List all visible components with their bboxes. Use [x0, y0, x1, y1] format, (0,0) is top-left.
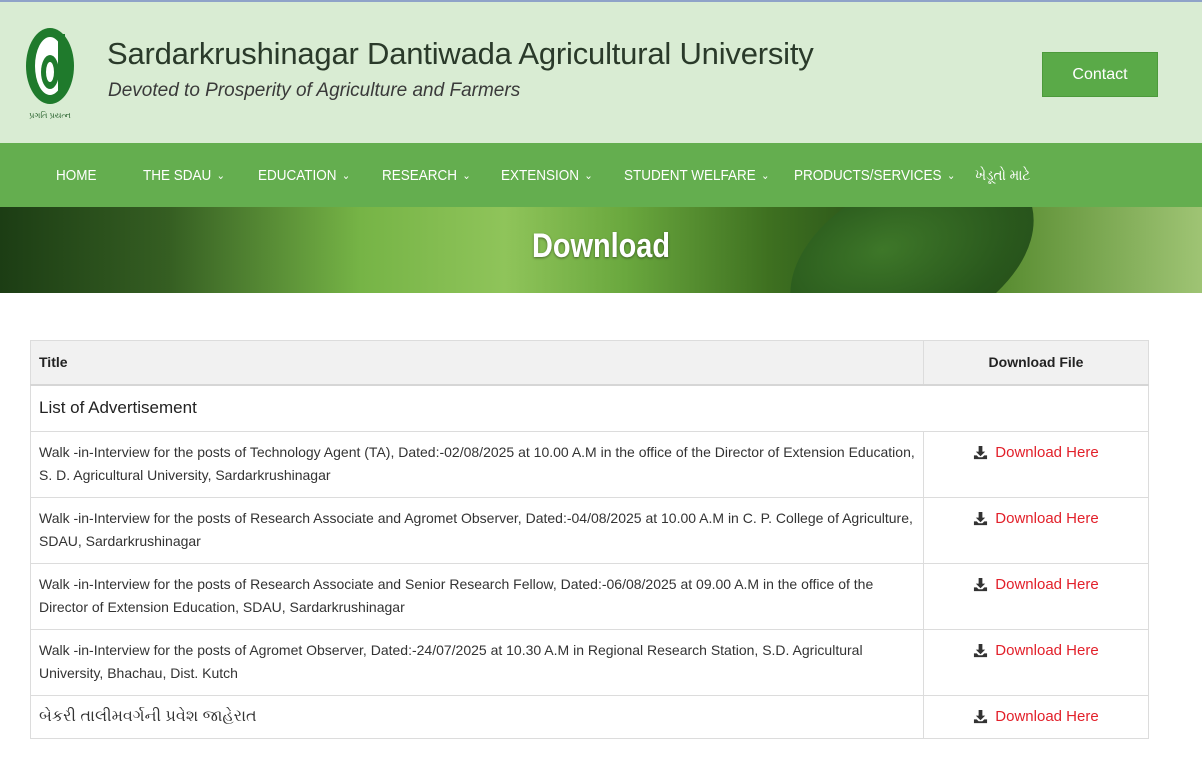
main-nav: HOME THE SDAU ⌄ EDUCATION ⌄ RESEARCH ⌄ EXTE… — [0, 143, 1202, 207]
nav-item-label: ખેડૂતો માટે — [975, 166, 1031, 184]
chevron-down-icon: ⌄ — [462, 169, 471, 182]
download-tray-icon — [974, 577, 988, 592]
chevron-down-icon: ⌄ — [216, 169, 225, 182]
contact-button[interactable]: Contact — [1042, 52, 1158, 97]
table-row: Walk -in-Interview for the posts of Agro… — [30, 629, 1149, 696]
site-title[interactable]: Sardarkrushinagar Dantiwada Agricultural… — [107, 36, 814, 72]
nav-item-the-sdau[interactable]: THE SDAU ⌄ — [143, 143, 225, 207]
nav-item-research[interactable]: RESEARCH ⌄ — [382, 143, 471, 207]
download-table-container: Title Download File List of Advertisemen… — [30, 340, 1149, 739]
table-header-row: Title Download File — [30, 340, 1149, 386]
download-link[interactable]: Download Here — [973, 441, 1099, 464]
site-header: પ્રગતિ પ્રયત્ન Sardarkrushinagar Dantiwa… — [0, 0, 1202, 143]
nav-item-label: EDUCATION — [258, 166, 337, 184]
site-tagline: Devoted to Prosperity of Agriculture and… — [108, 80, 521, 101]
download-link[interactable]: Download Here — [973, 573, 1099, 596]
download-link-label: Download Here — [995, 708, 1099, 725]
nav-item-label: RESEARCH — [382, 166, 458, 184]
group-label: List of Advertisement — [30, 384, 1149, 432]
table-row: બેકરી તાલીમવર્ગની પ્રવેશ જાહેરાત Downloa… — [30, 695, 1149, 739]
nav-item-extension[interactable]: EXTENSION ⌄ — [501, 143, 593, 207]
row-download-cell: Download Here — [923, 563, 1149, 630]
download-tray-icon — [974, 445, 988, 460]
nav-item-home[interactable]: HOME — [56, 143, 97, 207]
row-download-cell: Download Here — [923, 497, 1149, 564]
logo-text: પ્રગતિ પ્રયત્ન — [29, 111, 71, 120]
nav-item-label: PRODUCTS/SERVICES — [794, 166, 942, 184]
page-banner: Download — [0, 207, 1202, 293]
download-tray-icon — [974, 709, 988, 724]
nav-item-label: THE SDAU — [143, 166, 212, 184]
table-row: Walk -in-Interview for the posts of Tech… — [30, 431, 1149, 498]
table-row: Walk -in-Interview for the posts of Rese… — [30, 563, 1149, 630]
download-link[interactable]: Download Here — [973, 705, 1099, 728]
download-tray-icon — [974, 643, 988, 658]
row-download-cell: Download Here — [923, 629, 1149, 696]
nav-item-label: EXTENSION — [501, 166, 580, 184]
nav-item-student-welfare[interactable]: STUDENT WELFARE ⌄ — [624, 143, 769, 207]
page-title: Download — [531, 227, 671, 265]
row-title: Walk -in-Interview for the posts of Rese… — [30, 497, 924, 564]
download-link-label: Download Here — [995, 510, 1099, 527]
column-header-title: Title — [30, 340, 924, 386]
chevron-down-icon: ⌄ — [584, 169, 593, 182]
download-link[interactable]: Download Here — [973, 507, 1099, 530]
nav-item-label: HOME — [56, 166, 97, 184]
row-download-cell: Download Here — [923, 431, 1149, 498]
chevron-down-icon: ⌄ — [341, 169, 351, 182]
row-title: Walk -in-Interview for the posts of Rese… — [30, 563, 924, 630]
nav-item-products-services[interactable]: PRODUCTS/SERVICES ⌄ — [794, 143, 955, 207]
nav-item-for-farmers[interactable]: ખેડૂતો માટે — [975, 143, 1030, 207]
download-link-label: Download Here — [995, 576, 1099, 593]
row-title: Walk -in-Interview for the posts of Agro… — [30, 629, 924, 696]
download-link-label: Download Here — [995, 642, 1099, 659]
row-download-cell: Download Here — [923, 695, 1149, 739]
table-group-row: List of Advertisement — [30, 384, 1149, 432]
download-tray-icon — [974, 511, 988, 526]
column-header-download: Download File — [923, 340, 1149, 386]
chevron-down-icon: ⌄ — [946, 169, 956, 182]
row-title: Walk -in-Interview for the posts of Tech… — [30, 431, 924, 498]
chevron-down-icon: ⌄ — [761, 169, 770, 182]
nav-item-label: STUDENT WELFARE — [624, 166, 756, 184]
university-logo[interactable]: પ્રગતિ પ્રયત્ન — [22, 22, 82, 122]
download-link-label: Download Here — [995, 444, 1099, 461]
download-table: Title Download File List of Advertisemen… — [30, 340, 1149, 739]
row-title: બેકરી તાલીમવર્ગની પ્રવેશ જાહેરાત — [30, 695, 924, 739]
table-row: Walk -in-Interview for the posts of Rese… — [30, 497, 1149, 564]
download-link[interactable]: Download Here — [973, 639, 1099, 662]
nav-item-education[interactable]: EDUCATION ⌄ — [258, 143, 350, 207]
